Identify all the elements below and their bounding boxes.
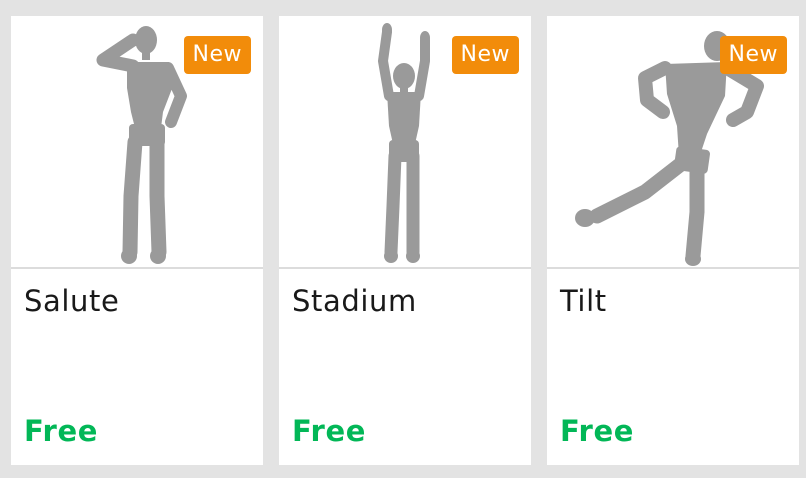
item-thumbnail[interactable]: New (11, 16, 263, 267)
item-card-tilt[interactable]: New Tilt Free (547, 16, 799, 465)
emote-catalog-grid: New Salute Free New Stadium Free New Til… (0, 0, 806, 478)
item-name[interactable]: Tilt (560, 284, 607, 318)
new-badge: New (719, 36, 787, 74)
card-divider (11, 267, 263, 269)
item-price: Free (24, 414, 98, 448)
item-card-salute[interactable]: New Salute Free (11, 16, 263, 465)
item-thumbnail[interactable]: New (279, 16, 531, 267)
card-divider (547, 267, 799, 269)
card-divider (279, 267, 531, 269)
item-price: Free (292, 414, 366, 448)
item-card-stadium[interactable]: New Stadium Free (279, 16, 531, 465)
new-badge: New (451, 36, 519, 74)
item-price: Free (560, 414, 634, 448)
new-badge: New (183, 36, 251, 74)
item-thumbnail[interactable]: New (547, 16, 799, 267)
item-name[interactable]: Stadium (292, 284, 417, 318)
item-name[interactable]: Salute (24, 284, 119, 318)
